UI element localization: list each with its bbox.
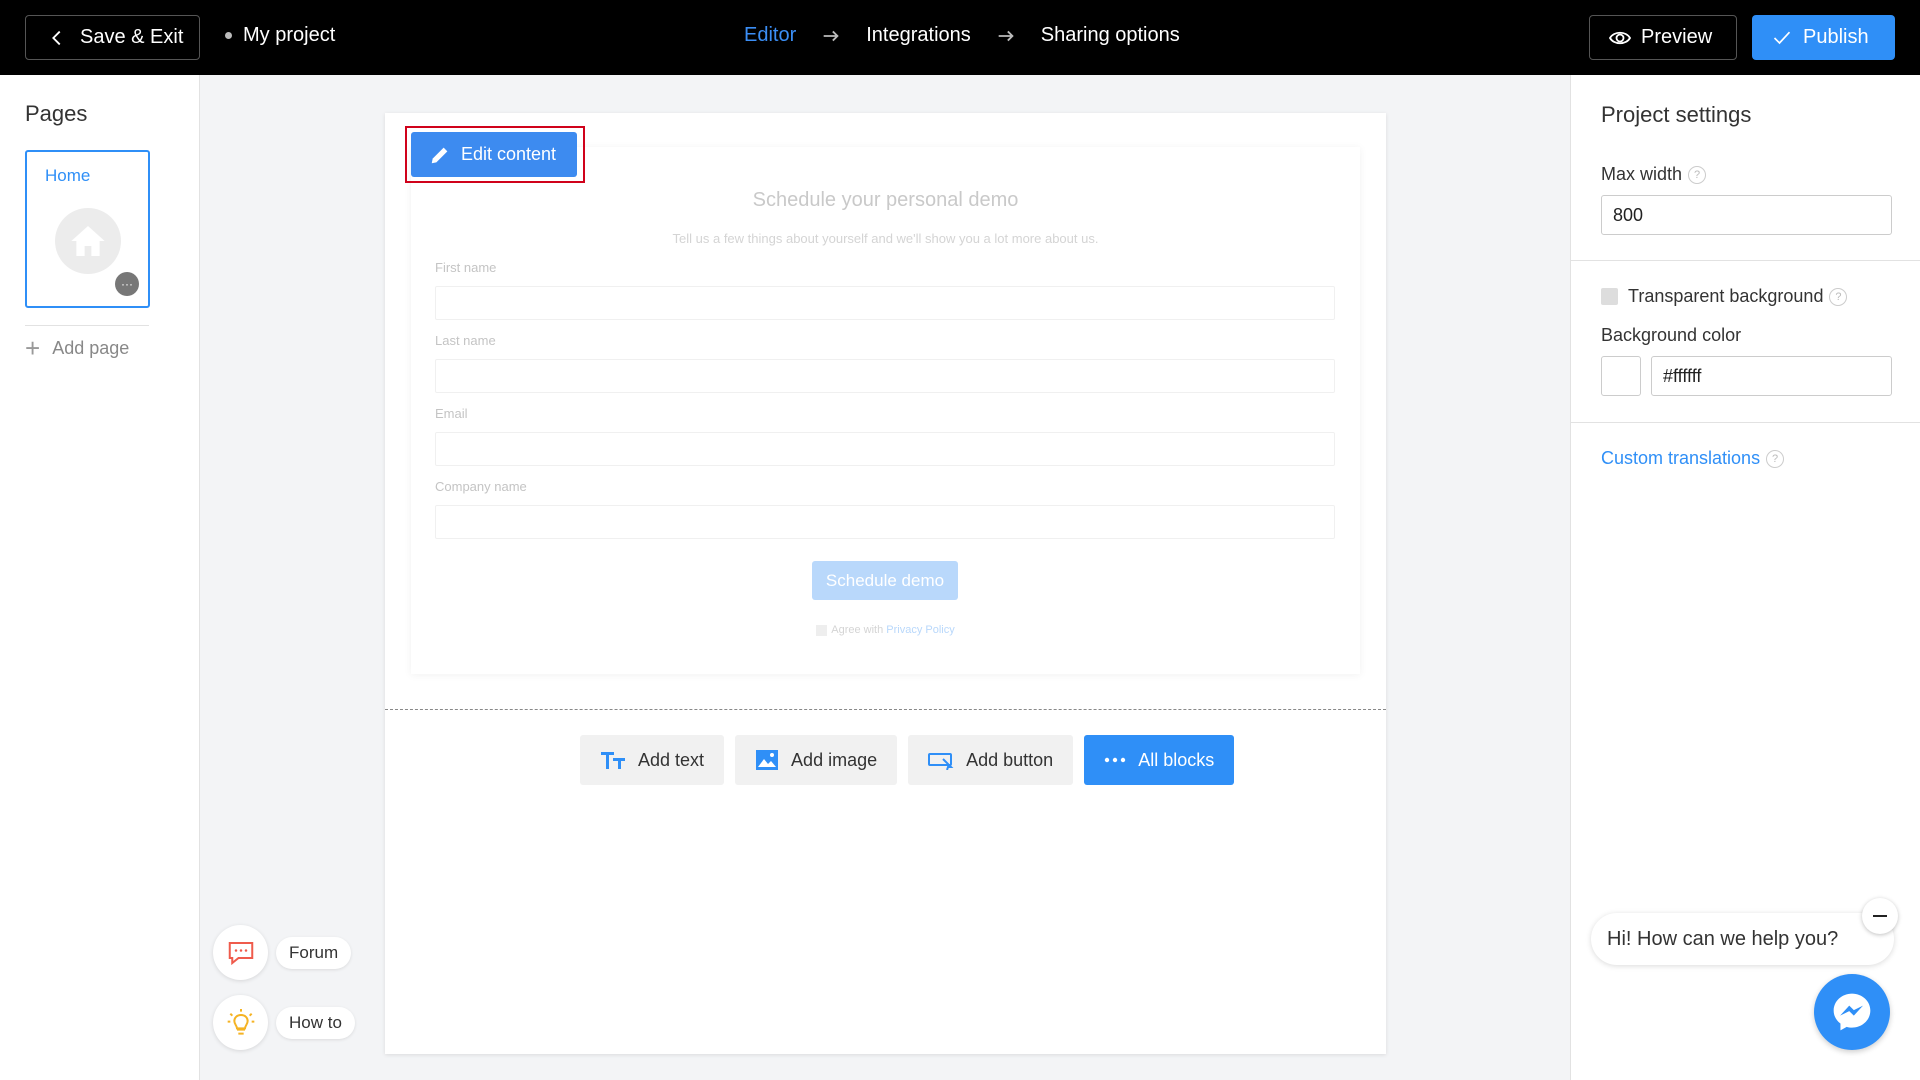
block-divider	[385, 709, 1386, 710]
project-name[interactable]: My project	[225, 24, 335, 47]
chat-greeting-bubble[interactable]: Hi! How can we help you?	[1591, 913, 1894, 965]
step-navigation: Editor Integrations Sharing options	[744, 24, 1180, 47]
divider	[1571, 260, 1920, 261]
preview-button[interactable]: Preview	[1589, 15, 1737, 60]
chevron-left-icon	[52, 30, 61, 45]
agree-checkbox[interactable]	[816, 624, 828, 636]
minimize-icon[interactable]	[1862, 898, 1898, 934]
how-to-label: How to	[276, 1006, 355, 1039]
step-sharing-options[interactable]: Sharing options	[1041, 24, 1180, 47]
max-width-label: Max width ?	[1601, 164, 1707, 185]
more-icon	[1104, 757, 1126, 763]
top-bar: Save & Exit My project Editor Integratio…	[0, 0, 1920, 75]
publish-label: Publish	[1803, 26, 1869, 48]
check-icon	[1773, 31, 1791, 44]
email-field[interactable]	[435, 432, 1335, 466]
how-to-link[interactable]: How to	[213, 995, 355, 1050]
editor-canvas: Schedule your personal demo Tell us a fe…	[385, 113, 1386, 1054]
agree-text: Agree with	[831, 624, 884, 636]
background-color-input[interactable]: #ffffff	[1651, 356, 1892, 396]
add-image-button[interactable]: Add image	[735, 735, 898, 785]
field-label: First name	[435, 260, 497, 275]
help-icon[interactable]: ?	[1766, 449, 1785, 468]
button-icon	[928, 753, 954, 770]
first-name-field[interactable]	[435, 286, 1335, 320]
add-button-button[interactable]: Add button	[908, 735, 1074, 785]
transparent-background-label: Transparent background	[1628, 286, 1824, 306]
project-name-label: My project	[243, 24, 336, 46]
help-icon[interactable]: ?	[1688, 165, 1707, 184]
all-blocks-button[interactable]: All blocks	[1084, 735, 1235, 785]
pencil-icon	[431, 147, 448, 163]
form-block[interactable]: Schedule your personal demo Tell us a fe…	[411, 147, 1360, 674]
page-name: Home	[45, 166, 91, 185]
lightbulb-icon	[213, 995, 268, 1050]
add-text-button[interactable]: Add text	[580, 735, 725, 785]
arrow-right-icon	[823, 30, 839, 41]
add-text-label: Add text	[638, 749, 705, 770]
add-button-label: Add button	[966, 749, 1054, 770]
preview-label: Preview	[1641, 26, 1713, 48]
step-integrations[interactable]: Integrations	[866, 24, 971, 47]
unsaved-dot-icon	[225, 32, 232, 39]
field-label: Company name	[435, 479, 527, 494]
form-title: Schedule your personal demo	[752, 189, 1019, 211]
text-icon	[601, 752, 625, 769]
page-options-icon[interactable]: ···	[115, 272, 139, 296]
schedule-demo-button[interactable]: Schedule demo	[812, 561, 958, 600]
pages-title: Pages	[25, 101, 88, 126]
page-card-home[interactable]: Home ···	[25, 150, 150, 308]
add-page-button[interactable]: + Add page	[25, 333, 129, 364]
field-label: Email	[435, 406, 468, 421]
eye-icon	[1608, 31, 1632, 44]
privacy-agreement: Agree with Privacy Policy	[411, 624, 1360, 636]
pages-sidebar: Pages Home ··· + Add page	[0, 75, 200, 1080]
color-swatch[interactable]	[1601, 356, 1641, 396]
forum-label: Forum	[276, 936, 352, 969]
company-name-field[interactable]	[435, 505, 1335, 539]
field-label: Last name	[435, 333, 496, 348]
max-width-input[interactable]: 800	[1601, 195, 1892, 235]
messenger-icon[interactable]	[1814, 974, 1890, 1050]
publish-button[interactable]: Publish	[1752, 15, 1895, 60]
arrow-right-icon	[998, 30, 1014, 41]
image-icon	[756, 750, 779, 770]
chat-icon	[213, 925, 268, 980]
edit-content-button[interactable]: Edit content	[411, 132, 577, 177]
custom-translations-link[interactable]: Custom translations ?	[1601, 448, 1785, 469]
divider	[1571, 422, 1920, 423]
home-icon	[55, 208, 121, 274]
transparent-background-toggle[interactable]: Transparent background ?	[1601, 286, 1848, 307]
save-exit-button[interactable]: Save & Exit	[25, 15, 200, 60]
plus-icon: +	[25, 333, 41, 363]
block-toolbar: Add text Add image Add button All blocks	[580, 735, 1245, 785]
settings-title: Project settings	[1601, 102, 1752, 127]
custom-translations-label: Custom translations	[1601, 448, 1761, 468]
add-page-label: Add page	[52, 338, 130, 358]
privacy-policy-link[interactable]: Privacy Policy	[886, 624, 954, 636]
background-color-label: Background color	[1601, 325, 1742, 345]
all-blocks-label: All blocks	[1138, 749, 1215, 770]
help-icon[interactable]: ?	[1829, 287, 1848, 306]
forum-link[interactable]: Forum	[213, 925, 352, 980]
add-image-label: Add image	[791, 749, 878, 770]
edit-content-label: Edit content	[461, 144, 557, 164]
last-name-field[interactable]	[435, 359, 1335, 393]
checkbox[interactable]	[1601, 288, 1618, 305]
max-width-text: Max width	[1601, 164, 1683, 184]
form-subtitle: Tell us a few things about yourself and …	[672, 231, 1099, 246]
step-editor[interactable]: Editor	[744, 24, 796, 47]
divider	[25, 325, 149, 326]
save-exit-label: Save & Exit	[80, 26, 184, 48]
